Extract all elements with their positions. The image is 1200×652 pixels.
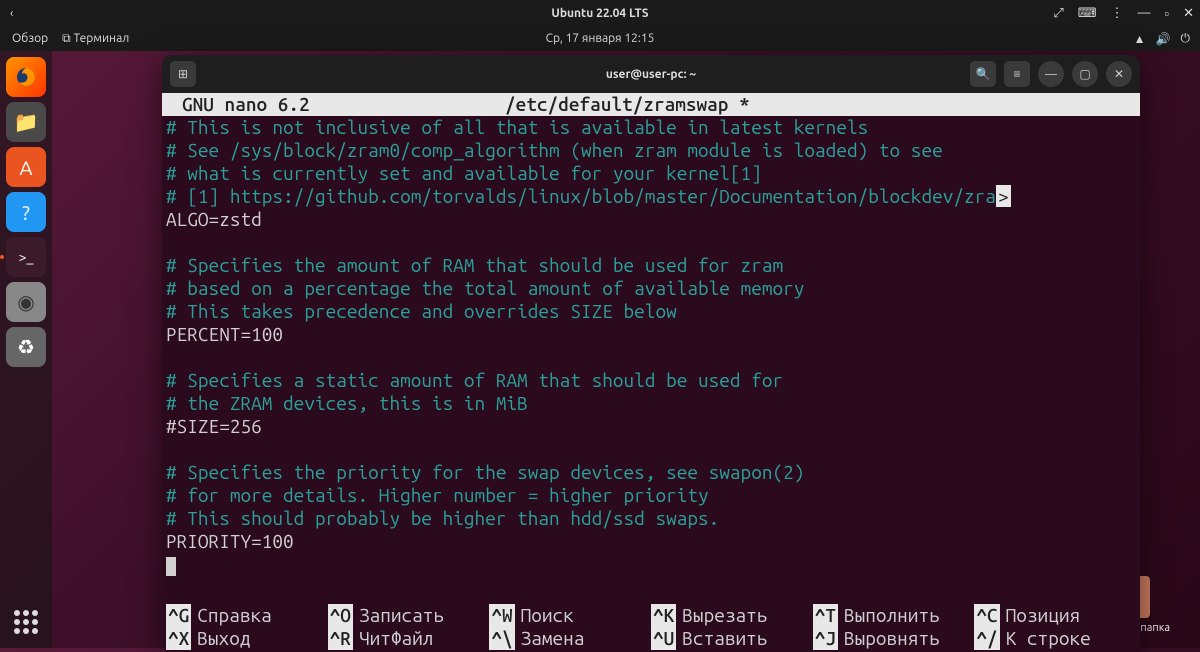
nano-shortcut: ^KВырезать <box>651 604 813 627</box>
nano-line[interactable]: # for more details. Higher number = high… <box>166 484 1136 507</box>
nano-line[interactable]: # This is not inclusive of all that is a… <box>166 116 1136 139</box>
nano-line[interactable]: PRIORITY=100 <box>166 530 1136 553</box>
minimize-icon[interactable]: — <box>1138 6 1151 21</box>
menu-button[interactable]: ≡ <box>1004 61 1030 87</box>
search-button[interactable]: 🔍 <box>970 61 996 87</box>
fullscreen-icon[interactable]: ⤢ <box>1053 6 1063 21</box>
nano-shortcut: ^OЗаписать <box>328 604 490 627</box>
window-maximize-button[interactable]: ▢ <box>1072 61 1098 87</box>
activities-button[interactable]: Обзор <box>12 32 48 46</box>
terminal-body[interactable]: GNU nano 6.2 /etc/default/zramswap * # T… <box>162 93 1140 652</box>
nano-version: GNU nano 6.2 <box>170 93 505 116</box>
dock-apps-grid[interactable] <box>8 604 44 640</box>
terminal-titlebar: ⊞ user@user-pc: ~ 🔍 ≡ — ▢ ✕ <box>162 55 1140 93</box>
dock: 📁 A ? >_ ◉ ♻ <box>0 51 52 648</box>
network-icon[interactable]: ▲ <box>1134 32 1146 46</box>
dock-disk[interactable]: ◉ <box>6 282 46 322</box>
nano-line[interactable]: # [1] https://github.com/torvalds/linux/… <box>166 185 1136 208</box>
nano-line[interactable]: # the ZRAM devices, this is in MiB <box>166 392 1136 415</box>
nano-filename: /etc/default/zramswap * <box>505 93 750 116</box>
nano-line[interactable] <box>166 553 1136 576</box>
nano-line[interactable]: # This takes precedence and overrides SI… <box>166 300 1136 323</box>
more-icon[interactable]: ⋮ <box>1111 6 1124 21</box>
close-icon[interactable]: ✕ <box>1183 6 1194 21</box>
nano-line[interactable]: # Specifies the priority for the swap de… <box>166 461 1136 484</box>
volume-icon[interactable]: 🔊 <box>1156 32 1171 46</box>
nano-line[interactable]: # Specifies the amount of RAM that shoul… <box>166 254 1136 277</box>
datetime[interactable]: Ср, 17 января 12:15 <box>546 32 655 45</box>
nano-shortcut: ^XВыход <box>166 627 328 650</box>
nano-line[interactable]: # Specifies a static amount of RAM that … <box>166 369 1136 392</box>
dock-firefox[interactable] <box>6 57 46 97</box>
window-minimize-button[interactable]: — <box>1038 61 1064 87</box>
nano-shortcut: ^WПоиск <box>489 604 651 627</box>
nano-shortcut: ^JВыровнять <box>813 627 975 650</box>
nano-shortcut: ^\Замена <box>489 627 651 650</box>
gnome-top-bar: Обзор ⧉ Терминал Ср, 17 января 12:15 ▲ 🔊… <box>0 26 1200 51</box>
nano-line[interactable]: PERCENT=100 <box>166 323 1136 346</box>
host-titlebar: ‹ Ubuntu 22.04 LTS ⤢ ⌨ ⋮ — ▫ ✕ <box>0 0 1200 26</box>
host-title: Ubuntu 22.04 LTS <box>551 7 648 20</box>
host-back-button[interactable]: ‹ <box>0 7 23 20</box>
app-menu[interactable]: ⧉ Терминал <box>62 32 129 46</box>
dock-software[interactable]: A <box>6 147 46 187</box>
keyboard-icon[interactable]: ⌨ <box>1078 6 1097 21</box>
nano-line[interactable] <box>166 231 1136 254</box>
power-icon[interactable]: ⏻ <box>1181 32 1191 46</box>
nano-shortcut: ^RЧитФайл <box>328 627 490 650</box>
window-close-button[interactable]: ✕ <box>1106 61 1132 87</box>
nano-shortcut: ^CПозиция <box>974 604 1136 627</box>
nano-line[interactable]: # based on a percentage the total amount… <box>166 277 1136 300</box>
dock-help[interactable]: ? <box>6 192 46 232</box>
nano-line[interactable]: #SIZE=256 <box>166 415 1136 438</box>
nano-line[interactable]: # This should probably be higher than hd… <box>166 507 1136 530</box>
maximize-icon[interactable]: ▫ <box>1164 6 1169 21</box>
nano-shortcuts: ^GСправка^OЗаписать^WПоиск^KВырезать^TВы… <box>162 604 1140 652</box>
nano-line[interactable]: # what is currently set and available fo… <box>166 162 1136 185</box>
nano-content[interactable]: # This is not inclusive of all that is a… <box>162 116 1140 576</box>
nano-line[interactable]: # See /sys/block/zram0/comp_algorithm (w… <box>166 139 1136 162</box>
dock-terminal[interactable]: >_ <box>6 237 46 277</box>
nano-line[interactable] <box>166 346 1136 369</box>
nano-header: GNU nano 6.2 /etc/default/zramswap * <box>162 93 1140 116</box>
dock-trash[interactable]: ♻ <box>6 327 46 367</box>
terminal-window: ⊞ user@user-pc: ~ 🔍 ≡ — ▢ ✕ GNU nano 6.2… <box>162 55 1140 652</box>
desktop: Домашняя папка ⊞ user@user-pc: ~ 🔍 ≡ — ▢… <box>52 51 1200 648</box>
nano-line[interactable] <box>166 438 1136 461</box>
nano-shortcut: ^/К строке <box>974 627 1136 650</box>
nano-shortcut: ^UВставить <box>651 627 813 650</box>
dock-files[interactable]: 📁 <box>6 102 46 142</box>
terminal-title: user@user-pc: ~ <box>606 68 696 81</box>
nano-shortcut: ^TВыполнить <box>813 604 975 627</box>
new-tab-button[interactable]: ⊞ <box>170 61 196 87</box>
nano-shortcut: ^GСправка <box>166 604 328 627</box>
nano-line[interactable]: ALGO=zstd <box>166 208 1136 231</box>
